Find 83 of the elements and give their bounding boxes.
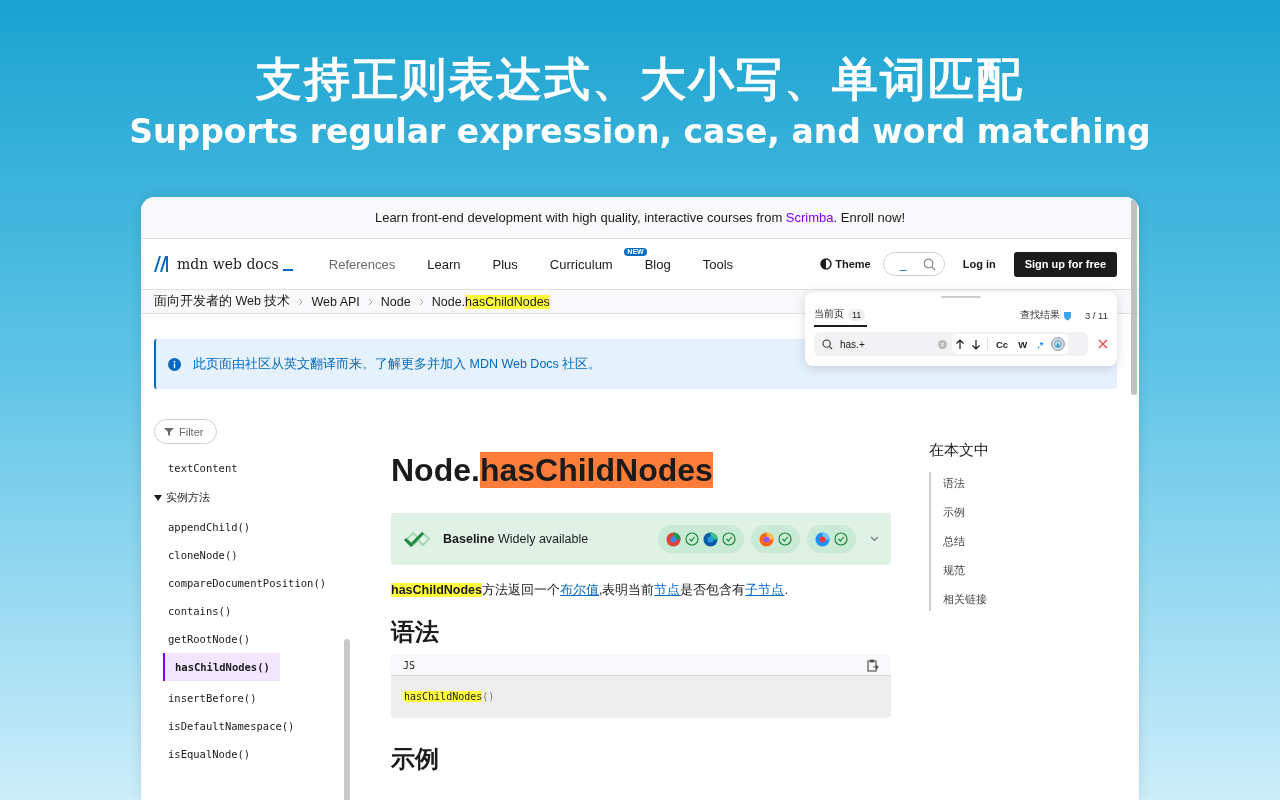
sidebar-item[interactable]: appendChild()	[168, 513, 251, 541]
code-language: JS	[403, 659, 416, 671]
browser-support-pill[interactable]	[807, 525, 856, 553]
nav-link[interactable]: Curriculum	[549, 256, 613, 272]
info-icon	[168, 357, 181, 371]
section-heading: 语法	[391, 617, 440, 647]
notice-text: 此页面由社区从英文翻译而来。了解更多并加入 MDN Web Docs 社区。	[193, 355, 602, 373]
scrollbar-thumb[interactable]	[1131, 199, 1137, 395]
sidebar-item[interactable]: compareDocumentPosition()	[168, 569, 327, 597]
baseline-text: Baseline Widely available	[443, 532, 589, 546]
sidebar-item[interactable]: isEqualNode()	[168, 740, 251, 768]
sidebar-item[interactable]: hasChildNodes()	[163, 653, 280, 681]
page-title: Node.hasChildNodes	[391, 451, 714, 490]
toc-link[interactable]: 规范	[943, 563, 989, 578]
sidebar-item[interactable]: insertBefore()	[168, 684, 257, 712]
filter-button[interactable]: Filter	[154, 419, 218, 444]
banner-text: Learn front-end development with high quality, interactive courses from Scrimba. Enroll now!	[374, 210, 906, 225]
scrollbar-thumb[interactable]	[344, 639, 350, 800]
check-circle-icon	[834, 532, 848, 546]
target-icon[interactable]	[1051, 337, 1066, 351]
search-icon	[922, 257, 936, 271]
nav-link[interactable]: Tools	[702, 256, 734, 272]
browser-support-pill[interactable]	[751, 525, 800, 553]
nav-link[interactable]: Plus	[492, 256, 518, 272]
description-link[interactable]: 节点	[654, 583, 681, 597]
toc-link[interactable]: 语法	[943, 476, 989, 491]
edge-icon	[703, 531, 718, 547]
results-count: 3 / 11	[1084, 310, 1108, 321]
sidebar-item[interactable]: isDefaultNamespace()	[168, 712, 295, 740]
toc-title: 在本文中	[929, 441, 989, 460]
close-icon[interactable]	[1098, 339, 1108, 349]
nav-link[interactable]: References	[328, 256, 396, 272]
chevron-icon	[367, 297, 373, 306]
sidebar-item[interactable]: getRootNode()	[168, 625, 251, 653]
search-icon	[822, 338, 833, 350]
match-option-toggle[interactable]: Cc	[994, 338, 1011, 350]
toc-link[interactable]: 示例	[943, 505, 989, 520]
section-heading: 示例	[391, 744, 440, 774]
chevron-down-icon[interactable]	[870, 536, 879, 542]
sidebar-group[interactable]: 实例方法	[154, 482, 210, 513]
login-button[interactable]: Log in	[956, 257, 1002, 271]
match-option-toggle[interactable]: .*	[1035, 338, 1046, 350]
sidebar-item[interactable]: cloneNode()	[168, 541, 238, 569]
nav-link[interactable]: Learn	[427, 256, 461, 272]
baseline-check-icon	[403, 531, 433, 547]
description-link[interactable]: 布尔值	[560, 583, 599, 597]
filter-icon	[164, 426, 174, 437]
logo-text[interactable]: mdn web docs	[177, 256, 279, 272]
check-circle-icon	[778, 532, 792, 546]
match-option-toggle[interactable]: W	[1016, 338, 1030, 350]
browser-support-pill[interactable]	[658, 525, 744, 553]
theme-button[interactable]: Theme	[820, 258, 871, 270]
subheadline: Supports regular expression, case, and word matching	[129, 111, 1151, 153]
signup-button[interactable]: Sign up for free	[1013, 251, 1117, 277]
half-circle-icon	[820, 258, 833, 270]
nav-link[interactable]: Blog	[644, 256, 671, 272]
breadcrumb-link[interactable]: Web API	[311, 294, 360, 309]
find-tab[interactable]: 当前页 11	[814, 304, 868, 327]
firefox-icon	[759, 531, 774, 547]
toc-link[interactable]: 相关链接	[943, 592, 989, 607]
triangle-icon	[154, 493, 162, 502]
chrome-icon	[666, 531, 681, 547]
breadcrumb-link[interactable]: Node	[380, 294, 411, 309]
arrow-up-icon[interactable]	[955, 338, 965, 350]
chevron-icon	[418, 297, 424, 306]
check-circle-icon	[685, 532, 699, 546]
description-link[interactable]: 子节点	[745, 583, 785, 597]
sidebar-item[interactable]: textContent	[168, 454, 238, 482]
sidebar-item[interactable]: contains()	[168, 597, 232, 625]
copy-icon[interactable]	[867, 658, 879, 672]
safari-icon	[815, 531, 830, 547]
shield-icon	[1062, 310, 1072, 321]
arrow-down-icon[interactable]	[971, 338, 981, 350]
find-field[interactable]: has.+ Cc W .*	[814, 332, 1088, 356]
description-text: hasChildNodes方法返回一个布尔值,表明当前节点是否包含有子节点.	[391, 582, 789, 599]
check-circle-icon	[722, 532, 736, 546]
headline: 支持正则表达式、大小写、单词匹配	[256, 51, 1024, 108]
chevron-icon	[298, 297, 304, 306]
scrimba-link[interactable]: Scrimba	[785, 210, 834, 225]
toc-link[interactable]: 总结	[943, 534, 989, 549]
breadcrumb-link[interactable]: 面向开发者的 Web 技术	[154, 293, 291, 310]
results-label: 查找结果	[1019, 309, 1060, 322]
cursor-underscore-icon	[282, 269, 293, 271]
